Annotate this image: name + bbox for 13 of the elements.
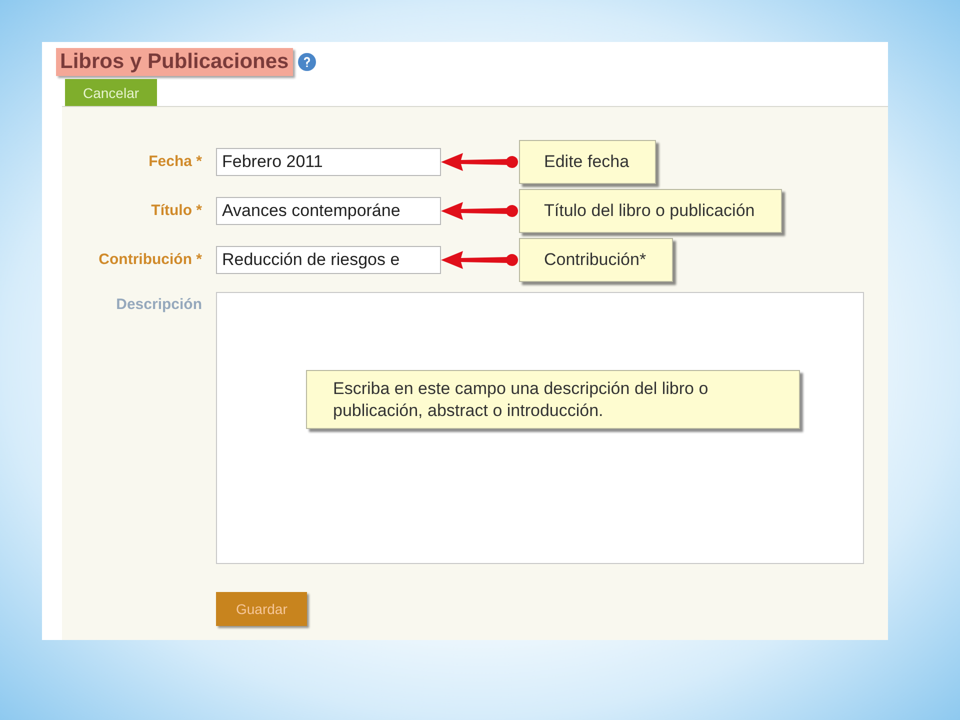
callout: Edite fecha [519,140,656,184]
callout: Escriba en este campo una descripción del libro o publicación, abstract o introducción. [306,370,800,429]
input-field[interactable]: Febrero 2011 [216,148,441,176]
field-label: Descripción [115,295,203,313]
input-field[interactable]: Reducción de riesgos e [216,246,441,274]
field-label: Título * [150,202,203,219]
field-label: Fecha * [148,153,203,170]
callout: Título del libro o publicación [519,188,782,232]
input-field[interactable]: Avances contemporáne [216,196,441,224]
page-title: Libros y Publicaciones [56,48,293,76]
field-label: Contribución * [98,251,203,268]
help-icon[interactable] [296,52,317,72]
callout: Contribución* [519,238,674,282]
